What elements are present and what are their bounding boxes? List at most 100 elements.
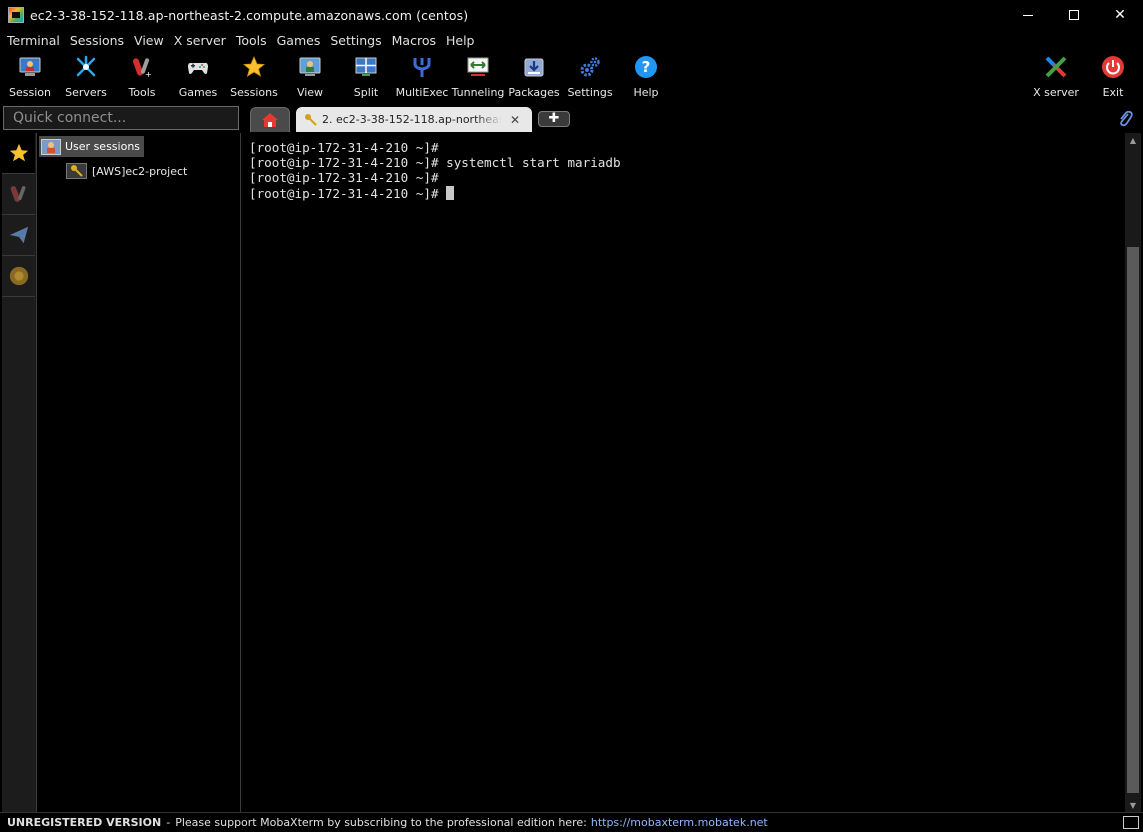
rail-tools-tab[interactable] xyxy=(2,174,35,215)
tab-strip: 2. ec2-3-38-152-118.ap-northeast-2 ✕ ✚ xyxy=(244,104,1143,132)
maximize-icon xyxy=(1069,10,1079,20)
toolbar-settings-button[interactable]: Settings xyxy=(562,51,618,101)
rail-sessions-tab[interactable] xyxy=(2,133,35,174)
monitor-icon[interactable] xyxy=(1123,816,1139,829)
rail-macros-tab[interactable] xyxy=(2,256,35,297)
menu-sessions[interactable]: Sessions xyxy=(65,30,129,51)
quick-connect-input[interactable] xyxy=(3,106,239,130)
toolbar-multiexec-button[interactable]: MultiExec xyxy=(394,51,450,101)
packages-icon xyxy=(521,54,547,80)
tab-session-2[interactable]: 2. ec2-3-38-152-118.ap-northeast-2 ✕ xyxy=(296,107,532,132)
mobaxterm-link[interactable]: https://mobaxterm.mobatek.net xyxy=(591,816,768,829)
toolbar-label: Tunneling xyxy=(451,86,505,99)
toolbar-split-button[interactable]: Split xyxy=(338,51,394,101)
left-rail xyxy=(2,133,37,812)
plus-icon: ✚ xyxy=(548,111,560,126)
toolbar-servers-button[interactable]: Servers xyxy=(58,51,114,101)
macro-circle-icon xyxy=(9,266,28,286)
toolbar-label: Packages xyxy=(508,86,560,99)
toolbar-label: Settings xyxy=(567,86,613,99)
terminal-line: [root@ip-172-31-4-210 ~]# systemctl star… xyxy=(249,155,621,171)
menu-games[interactable]: Games xyxy=(272,30,326,51)
status-separator: - xyxy=(166,816,171,829)
user-folder-icon xyxy=(41,138,61,155)
toolbar-label: Session xyxy=(9,86,51,99)
session-item-label: [AWS]ec2-project xyxy=(92,164,188,178)
toolbar-help-button[interactable]: ? Help xyxy=(618,51,674,101)
unregistered-label: UNREGISTERED VERSION xyxy=(7,816,162,829)
multiexec-icon xyxy=(409,54,435,80)
servers-icon xyxy=(73,54,99,80)
scroll-up-arrow-icon[interactable]: ▲ xyxy=(1125,133,1141,147)
terminal-prompt-line: [root@ip-172-31-4-210 ~]# xyxy=(249,185,1125,201)
view-icon xyxy=(297,54,323,80)
sessions-sidebar: User sessions [AWS]ec2-project xyxy=(37,133,241,812)
toolbar-label: View xyxy=(296,86,324,99)
paperclip-icon[interactable] xyxy=(1117,110,1133,132)
toolbar-label: Help xyxy=(633,86,659,99)
toolbar-exit-button[interactable]: Exit xyxy=(1085,51,1141,101)
tree-session-item[interactable]: [AWS]ec2-project xyxy=(66,162,187,180)
games-icon xyxy=(185,54,211,80)
new-tab-button[interactable]: ✚ xyxy=(538,111,570,127)
key-icon xyxy=(305,113,317,126)
minimize-icon xyxy=(1023,14,1033,16)
terminal-cursor xyxy=(446,185,455,200)
close-icon: ✕ xyxy=(1114,7,1126,23)
toolbar-sessions-button[interactable]: Sessions xyxy=(226,51,282,101)
home-icon xyxy=(262,113,278,127)
menu-settings[interactable]: Settings xyxy=(325,30,386,51)
toolbar-games-button[interactable]: Games xyxy=(170,51,226,101)
star-icon xyxy=(9,143,28,162)
toolbar-view-button[interactable]: View xyxy=(282,51,338,101)
toolbar-packages-button[interactable]: Packages xyxy=(506,51,562,101)
mobaxterm-app-icon xyxy=(8,7,24,23)
toolbar-label: X server xyxy=(1033,86,1079,99)
tab-close-icon[interactable]: ✕ xyxy=(510,113,520,127)
toolbar-tunneling-button[interactable]: Tunneling xyxy=(450,51,506,101)
menu-help[interactable]: Help xyxy=(441,30,480,51)
toolbar-xserver-button[interactable]: X server xyxy=(1028,51,1084,101)
terminal-scrollbar[interactable]: ▲ ▼ xyxy=(1125,133,1141,812)
toolbar-session-button[interactable]: Session xyxy=(2,51,58,101)
minimize-button[interactable] xyxy=(1005,0,1051,30)
split-icon xyxy=(353,54,379,80)
toolbar: Session Servers + Tools Games Sessions V… xyxy=(0,51,1143,101)
window-title: ec2-3-38-152-118.ap-northeast-2.compute.… xyxy=(30,7,469,23)
close-button[interactable]: ✕ xyxy=(1097,0,1143,30)
window-controls: ✕ xyxy=(1005,0,1143,30)
toolbar-label: MultiExec xyxy=(395,86,449,99)
menu-view[interactable]: View xyxy=(129,30,169,51)
toolbar-tools-button[interactable]: + Tools xyxy=(114,51,170,101)
toolbar-label: Tools xyxy=(128,86,156,99)
terminal-pane[interactable]: [root@ip-172-31-4-210 ~]# [root@ip-172-3… xyxy=(243,133,1125,812)
tools-icon xyxy=(10,186,25,202)
menu-tools[interactable]: Tools xyxy=(231,30,272,51)
tree-root-label: User sessions xyxy=(65,140,141,153)
menu-macros[interactable]: Macros xyxy=(387,30,441,51)
session-icon xyxy=(17,54,43,80)
tools-icon: + xyxy=(129,54,155,80)
settings-gears-icon xyxy=(577,54,603,80)
title-bar: ec2-3-38-152-118.ap-northeast-2.compute.… xyxy=(0,0,1143,30)
menu-terminal[interactable]: Terminal xyxy=(2,30,65,51)
xserver-icon xyxy=(1043,54,1069,80)
help-icon: ? xyxy=(633,54,659,80)
key-icon xyxy=(66,163,87,179)
tree-user-sessions[interactable]: User sessions xyxy=(39,136,145,157)
menu-x-server[interactable]: X server xyxy=(169,30,231,51)
scroll-thumb[interactable] xyxy=(1127,247,1139,793)
tab-home[interactable] xyxy=(250,107,290,132)
terminal-line: [root@ip-172-31-4-210 ~]# xyxy=(249,170,439,186)
terminal-line: [root@ip-172-31-4-210 ~]# xyxy=(249,140,439,155)
menu-bar: Terminal Sessions View X server Tools Ga… xyxy=(0,30,1143,51)
tunneling-icon xyxy=(465,54,491,80)
svg-text:+: + xyxy=(145,70,152,79)
terminal-line: [root@ip-172-31-4-210 ~]# xyxy=(249,185,447,201)
status-message: Please support MobaXterm by subscribing … xyxy=(175,816,587,829)
status-bar: UNREGISTERED VERSION - Please support Mo… xyxy=(0,812,1143,832)
scroll-down-arrow-icon[interactable]: ▼ xyxy=(1125,798,1141,812)
rail-send-tab[interactable] xyxy=(2,215,35,256)
maximize-button[interactable] xyxy=(1051,0,1097,30)
toolbar-label: Exit xyxy=(1102,86,1124,99)
